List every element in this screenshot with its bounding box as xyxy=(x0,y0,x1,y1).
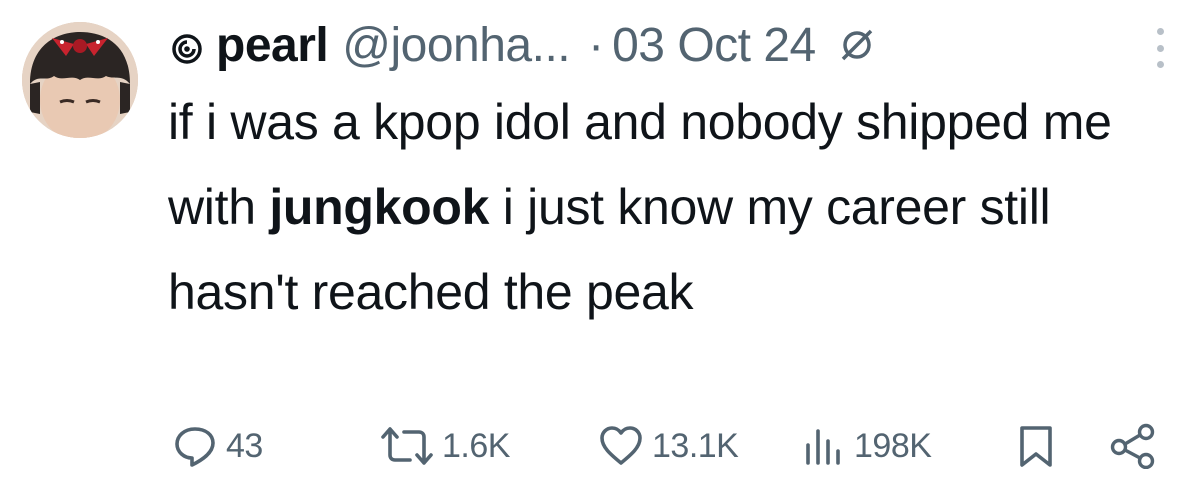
reply-button[interactable]: 43 xyxy=(172,418,263,474)
reply-count: 43 xyxy=(226,426,263,465)
tweet-date[interactable]: 03 Oct 24 xyxy=(612,18,816,73)
share-button[interactable] xyxy=(1108,418,1158,474)
avatar[interactable] xyxy=(22,22,138,138)
action-bar: 43 1.6K 13.1K 198K xyxy=(0,418,1199,474)
tweet-header: pearl @joonha... · 03 Oct 24 xyxy=(170,12,878,78)
bookmark-button[interactable] xyxy=(1014,418,1058,474)
separator-dot: · xyxy=(588,18,605,72)
tweet-text: if i was a kpop idol and nobody shipped … xyxy=(168,80,1178,335)
more-options-icon[interactable] xyxy=(1148,24,1172,72)
swirl-badge-icon xyxy=(170,32,204,66)
retweet-count: 1.6K xyxy=(442,426,510,465)
tweet-text-mention[interactable]: jungkook xyxy=(269,179,489,235)
reply-icon xyxy=(172,423,218,469)
no-edit-icon xyxy=(836,24,878,66)
tweet-card: pearl @joonha... · 03 Oct 24 if i was a … xyxy=(0,0,1199,489)
bookmark-icon xyxy=(1014,423,1058,469)
views-bar-icon xyxy=(800,423,846,469)
heart-icon xyxy=(598,423,644,469)
retweet-button[interactable]: 1.6K xyxy=(380,418,510,474)
like-button[interactable]: 13.1K xyxy=(598,418,739,474)
views-button[interactable]: 198K xyxy=(800,418,932,474)
display-name[interactable]: pearl xyxy=(216,18,329,73)
like-count: 13.1K xyxy=(652,426,739,465)
user-handle[interactable]: @joonha... xyxy=(342,18,570,73)
views-count: 198K xyxy=(854,426,932,465)
share-icon xyxy=(1108,423,1158,469)
retweet-icon xyxy=(380,423,434,469)
